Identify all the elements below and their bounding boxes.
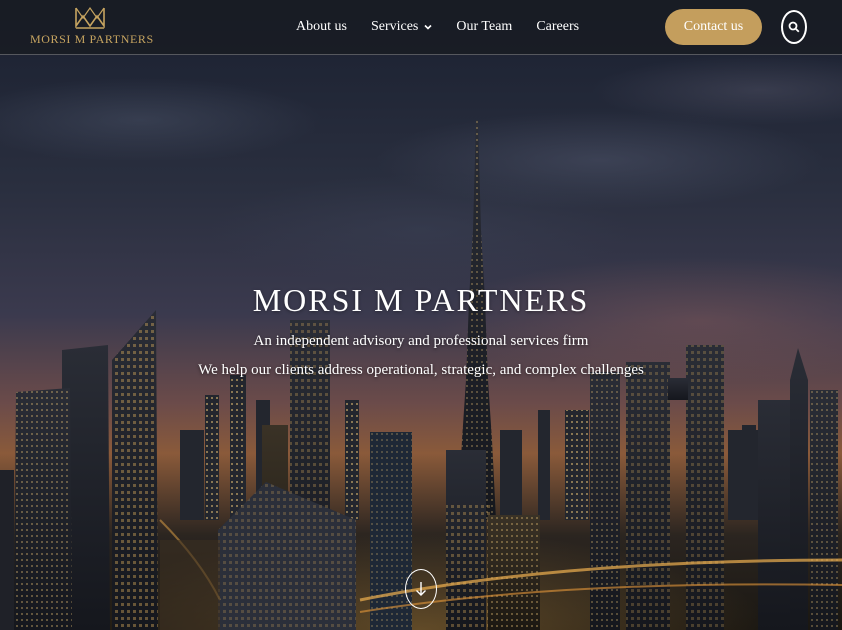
scroll-down-button[interactable]	[405, 569, 437, 609]
hero-title: MORSI M PARTNERS	[252, 282, 590, 318]
hero-section: MORSI M PARTNERS About us Services Our T…	[0, 0, 842, 630]
site-logo[interactable]: MORSI M PARTNERS	[30, 6, 154, 50]
nav-about-us-label: About us	[296, 19, 347, 34]
chevron-down-icon	[424, 24, 432, 30]
contact-us-button[interactable]: Contact us	[665, 9, 762, 45]
hero-tagline: We help our clients address operational,…	[198, 362, 644, 378]
brand-name: MORSI M PARTNERS	[30, 32, 154, 46]
arrow-down-icon	[416, 582, 426, 596]
search-icon	[788, 21, 800, 33]
nav-about-us[interactable]: About us	[296, 19, 347, 35]
top-navbar: MORSI M PARTNERS About us Services Our T…	[0, 0, 842, 55]
search-button[interactable]	[781, 10, 807, 44]
main-nav: About us Services Our Team Careers	[296, 0, 579, 54]
contact-us-label: Contact us	[683, 19, 744, 34]
nav-our-team[interactable]: Our Team	[456, 19, 512, 35]
nav-our-team-label: Our Team	[456, 19, 513, 34]
nav-careers-label: Careers	[536, 19, 580, 34]
nav-careers[interactable]: Careers	[536, 19, 579, 35]
crown-m-logo-icon	[75, 6, 105, 29]
hero-subtitle: An independent advisory and professional…	[253, 333, 589, 349]
nav-services-label: Services	[370, 19, 419, 34]
hero-text-block: MORSI M PARTNERS An independent advisory…	[0, 282, 842, 379]
nav-services[interactable]: Services	[371, 19, 432, 35]
